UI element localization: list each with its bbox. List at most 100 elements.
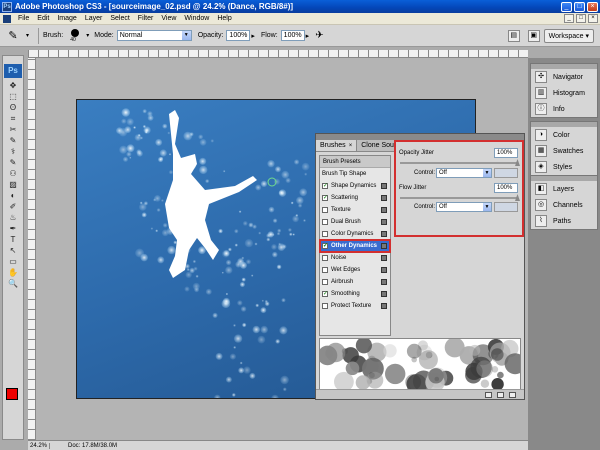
flow-jitter-slider[interactable] xyxy=(400,194,520,201)
checkbox[interactable] xyxy=(322,231,328,237)
checkbox[interactable]: ✓ xyxy=(322,183,328,189)
brush-tip-shape-item[interactable]: Brush Tip Shape xyxy=(320,168,390,180)
list-item[interactable]: ✓ Scattering xyxy=(320,192,390,204)
opacity-jitter-input[interactable]: 100% xyxy=(494,148,518,158)
flow-jitter-input[interactable]: 100% xyxy=(494,183,518,193)
new-preset-icon[interactable] xyxy=(497,392,504,398)
pen-tool-icon[interactable]: ✒ xyxy=(4,223,22,234)
history-brush-tool-icon[interactable]: ▨ xyxy=(4,179,22,190)
flow-slider-arrow-icon[interactable]: ▸ xyxy=(306,32,310,40)
opacity-input[interactable]: 100% xyxy=(226,30,251,41)
zoom-level[interactable]: 24.2% xyxy=(28,442,50,449)
menu-image[interactable]: Image xyxy=(53,15,80,22)
lock-icon[interactable] xyxy=(381,279,387,285)
lock-icon[interactable] xyxy=(381,219,387,225)
mode-select[interactable]: Normal ▼ xyxy=(116,30,192,41)
opacity-control-select[interactable]: Off ▼ xyxy=(436,168,492,178)
menu-edit[interactable]: Edit xyxy=(33,15,53,22)
opacity-fade-field[interactable] xyxy=(494,168,518,178)
dock-item-histogram[interactable]: ▥ Histogram xyxy=(531,85,597,101)
lock-icon[interactable] xyxy=(381,231,387,237)
brush-tool-icon[interactable]: ✎ xyxy=(4,157,22,168)
dock-item-color[interactable]: ◑ Color xyxy=(531,127,597,143)
list-item[interactable]: Texture xyxy=(320,204,390,216)
chevron-down-icon[interactable]: ▾ xyxy=(26,32,29,39)
trash-icon[interactable] xyxy=(509,392,516,398)
close-button[interactable]: × xyxy=(587,1,598,12)
marquee-tool-icon[interactable]: ⬚ xyxy=(4,91,22,102)
path-selection-tool-icon[interactable]: ↖ xyxy=(4,245,22,256)
doc-minimize-button[interactable]: _ xyxy=(564,14,574,23)
dock-item-navigator[interactable]: ✣ Navigator xyxy=(531,69,597,85)
list-item[interactable]: ✓ Smoothing xyxy=(320,288,390,300)
menu-help[interactable]: Help xyxy=(213,15,235,22)
dock-item-styles[interactable]: ◈ Styles xyxy=(531,159,597,175)
close-icon[interactable]: × xyxy=(349,143,353,149)
doc-close-button[interactable]: × xyxy=(588,14,598,23)
flow-fade-field[interactable] xyxy=(494,202,518,212)
list-item-other-dynamics[interactable]: ✓ Other Dynamics xyxy=(319,239,391,253)
slice-tool-icon[interactable]: ✎ xyxy=(4,135,22,146)
list-item[interactable]: ✓ Shape Dynamics xyxy=(320,180,390,192)
document-size[interactable]: Doc: 17.8M/38.0M xyxy=(68,443,117,449)
checkbox[interactable] xyxy=(322,255,328,261)
list-item[interactable]: Noise xyxy=(320,252,390,264)
ps-badge[interactable]: Ps xyxy=(4,64,22,78)
opacity-slider-arrow-icon[interactable]: ▸ xyxy=(251,32,255,40)
zoom-tool-icon[interactable]: 🔍 xyxy=(4,278,22,289)
dodge-tool-icon[interactable]: ♨ xyxy=(4,212,22,223)
tab-brushes[interactable]: Brushes × xyxy=(316,140,358,151)
checkbox[interactable]: ✓ xyxy=(322,195,328,201)
lock-icon[interactable] xyxy=(381,243,387,249)
clone-stamp-tool-icon[interactable]: ⚇ xyxy=(4,168,22,179)
doc-maximize-button[interactable]: □ xyxy=(576,14,586,23)
minimize-button[interactable]: _ xyxy=(561,1,572,12)
list-item[interactable]: Dual Brush xyxy=(320,216,390,228)
type-tool-icon[interactable]: T xyxy=(4,234,22,245)
workspace-button[interactable]: Workspace ▾ xyxy=(543,28,594,43)
hand-tool-icon[interactable]: ✋ xyxy=(4,267,22,278)
magic-wand-tool-icon[interactable]: ⌗ xyxy=(4,113,22,124)
list-item[interactable]: Airbrush xyxy=(320,276,390,288)
menu-window[interactable]: Window xyxy=(180,15,213,22)
opacity-jitter-slider[interactable] xyxy=(400,159,520,166)
menu-filter[interactable]: Filter xyxy=(134,15,158,22)
move-tool-icon[interactable]: ✥ xyxy=(4,80,22,91)
lock-icon[interactable] xyxy=(381,195,387,201)
lock-icon[interactable] xyxy=(381,267,387,273)
checkbox[interactable] xyxy=(322,207,328,213)
lock-icon[interactable] xyxy=(381,255,387,261)
flow-input[interactable]: 100% xyxy=(280,30,305,41)
lock-icon[interactable] xyxy=(381,183,387,189)
brush-picker[interactable]: 40 xyxy=(66,28,84,44)
list-item[interactable]: Color Dynamics xyxy=(320,228,390,240)
dock-item-layers[interactable]: ◧ Layers xyxy=(531,181,597,197)
list-item[interactable]: Wet Edges xyxy=(320,264,390,276)
crop-tool-icon[interactable]: ✂ xyxy=(4,124,22,135)
slider-knob[interactable] xyxy=(515,159,520,166)
checkbox[interactable] xyxy=(322,267,328,273)
shape-tool-icon[interactable]: ▭ xyxy=(4,256,22,267)
dock-item-swatches[interactable]: ▦ Swatches xyxy=(531,143,597,159)
checkbox[interactable] xyxy=(322,219,328,225)
gradient-tool-icon[interactable]: ✐ xyxy=(4,201,22,212)
palette-well-icon[interactable]: ▤ xyxy=(507,29,520,42)
menu-view[interactable]: View xyxy=(157,15,180,22)
checkbox[interactable]: ✓ xyxy=(322,243,328,249)
lock-icon[interactable] xyxy=(381,303,387,309)
brush-picker-arrow-icon[interactable]: ▾ xyxy=(86,32,89,39)
toggle-panel-icon[interactable] xyxy=(485,392,492,398)
eraser-tool-icon[interactable]: ◐ xyxy=(4,190,22,201)
flow-control-select[interactable]: Off ▼ xyxy=(436,202,492,212)
lock-icon[interactable] xyxy=(381,207,387,213)
dock-item-paths[interactable]: ⌇ Paths xyxy=(531,213,597,229)
menu-file[interactable]: File xyxy=(14,15,33,22)
list-item[interactable]: Protect Texture xyxy=(320,300,390,312)
checkbox[interactable] xyxy=(322,303,328,309)
menu-select[interactable]: Select xyxy=(106,15,133,22)
airbrush-icon[interactable]: ✈ xyxy=(315,30,323,41)
menu-layer[interactable]: Layer xyxy=(81,15,107,22)
checkbox[interactable] xyxy=(322,279,328,285)
lasso-tool-icon[interactable]: ʘ xyxy=(4,102,22,113)
checkbox[interactable]: ✓ xyxy=(322,291,328,297)
